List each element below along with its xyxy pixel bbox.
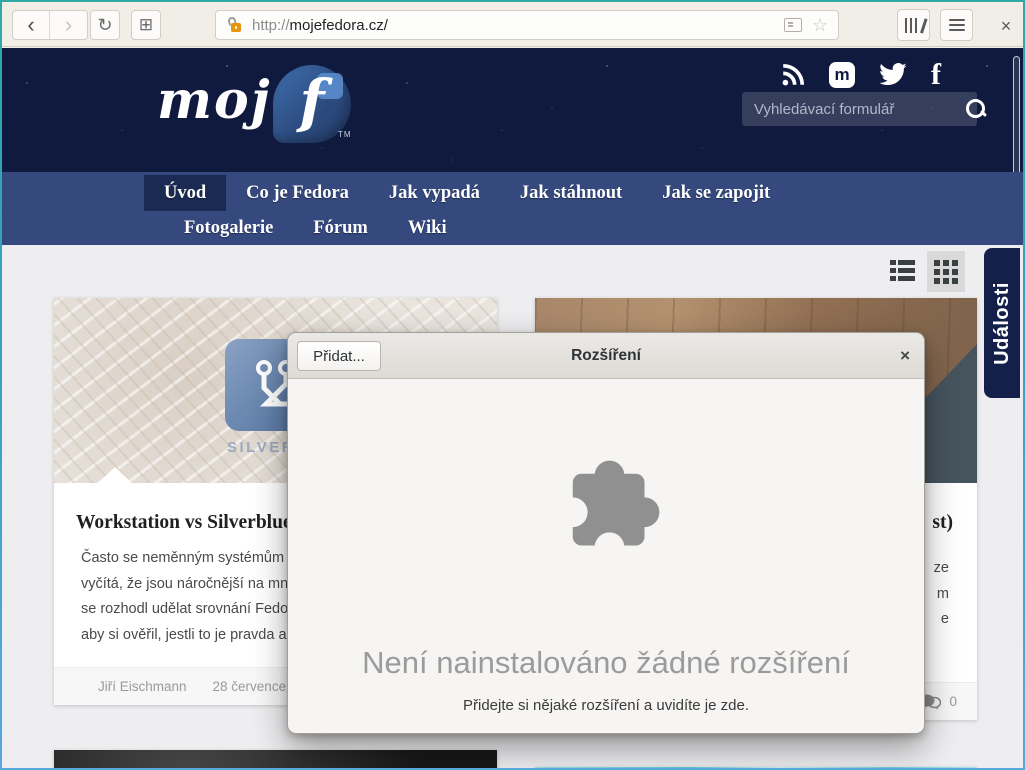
events-tab[interactable]: Události (984, 248, 1020, 398)
mastodon-icon[interactable]: m (829, 62, 855, 88)
forward-icon: › (65, 14, 72, 36)
library-button[interactable] (897, 9, 930, 41)
list-view-icon[interactable] (890, 260, 915, 283)
back-icon: ‹ (27, 14, 34, 36)
excerpt-fragment: e (941, 611, 949, 627)
insecure-lock-icon[interactable] (228, 17, 244, 33)
reload-button[interactable]: ↻ (90, 10, 120, 40)
library-icon (905, 18, 923, 33)
grid-view-icon (934, 260, 958, 284)
trademark-label: TM (338, 130, 352, 139)
dialog-body: Není nainstalováno žádné rozšíření Přide… (288, 379, 924, 733)
search-form (742, 92, 977, 126)
forward-button[interactable]: › (50, 11, 87, 39)
hamburger-icon (949, 19, 965, 31)
site-header: moje f TM m f (2, 48, 1023, 172)
new-tab-button[interactable]: ⊞ (131, 10, 161, 40)
url-scheme: http:// (252, 17, 290, 34)
grid-view-button[interactable] (927, 251, 965, 292)
twitter-icon[interactable] (878, 62, 908, 88)
menu-button[interactable] (940, 9, 973, 41)
dialog-title: Rozšíření (288, 347, 924, 365)
social-links: m f (780, 60, 941, 90)
nav-item-wiki[interactable]: Wiki (388, 211, 467, 245)
main-nav: Úvod Co je Fedora Jak vypadá Jak stáhnou… (2, 172, 1023, 245)
article-card-bottom-left[interactable] (54, 750, 497, 768)
dialog-close-button[interactable]: × (900, 333, 910, 379)
reload-icon: ↻ (97, 15, 112, 36)
rss-icon[interactable] (780, 62, 806, 88)
nav-item-jak-vypada[interactable]: Jak vypadá (369, 175, 500, 211)
url-text[interactable]: http://mojefedora.cz/ (252, 17, 388, 34)
nav-item-co-je-fedora[interactable]: Co je Fedora (226, 175, 369, 211)
excerpt-fragment: ze (934, 560, 949, 576)
browser-toolbar: ‹ › ↻ ⊞ http://mojefedora.cz/ ☆ × (2, 2, 1023, 47)
window-close-button[interactable]: × (994, 14, 1018, 38)
article-author[interactable]: Jiří Eischmann (98, 679, 187, 694)
dialog-headerbar[interactable]: Rozšíření (288, 333, 924, 379)
back-button[interactable]: ‹ (13, 11, 50, 39)
nav-item-forum[interactable]: Fórum (293, 211, 387, 245)
empty-state-subtext: Přidejte si nějaké rozšíření a uvidíte j… (288, 697, 924, 714)
browser-window: ‹ › ↻ ⊞ http://mojefedora.cz/ ☆ × moje (0, 0, 1025, 770)
nav-item-uvod[interactable]: Úvod (144, 175, 226, 211)
nav-item-fotogalerie[interactable]: Fotogalerie (164, 211, 293, 245)
reader-mode-icon[interactable] (784, 18, 802, 32)
url-host: mojefedora.cz/ (290, 17, 388, 34)
history-nav-group: ‹ › (12, 10, 88, 40)
page-viewport: moje f TM m f (2, 48, 1023, 768)
article-title-fragment: st) (932, 512, 953, 534)
excerpt-fragment: m (937, 586, 949, 602)
facebook-icon[interactable]: f (931, 62, 941, 88)
events-tab-label: Události (991, 282, 1014, 365)
url-bar[interactable]: http://mojefedora.cz/ ☆ (215, 10, 839, 40)
article-card-bottom-right[interactable] (535, 767, 977, 768)
new-tab-icon: ⊞ (139, 15, 153, 35)
comment-count[interactable]: 0 (949, 694, 957, 709)
nav-item-jak-se-zapojit[interactable]: Jak se zapojit (642, 175, 790, 211)
add-extension-button[interactable]: Přidat... (297, 341, 381, 371)
search-input[interactable] (742, 101, 965, 118)
puzzle-piece-icon (536, 437, 676, 577)
extensions-dialog: Rozšíření Přidat... × Není nainstalováno… (287, 332, 925, 734)
nav-item-jak-stahnout[interactable]: Jak stáhnout (500, 175, 642, 211)
bookmark-star-icon[interactable]: ☆ (812, 16, 828, 34)
empty-state-heading: Není nainstalováno žádné rozšíření (288, 645, 924, 681)
